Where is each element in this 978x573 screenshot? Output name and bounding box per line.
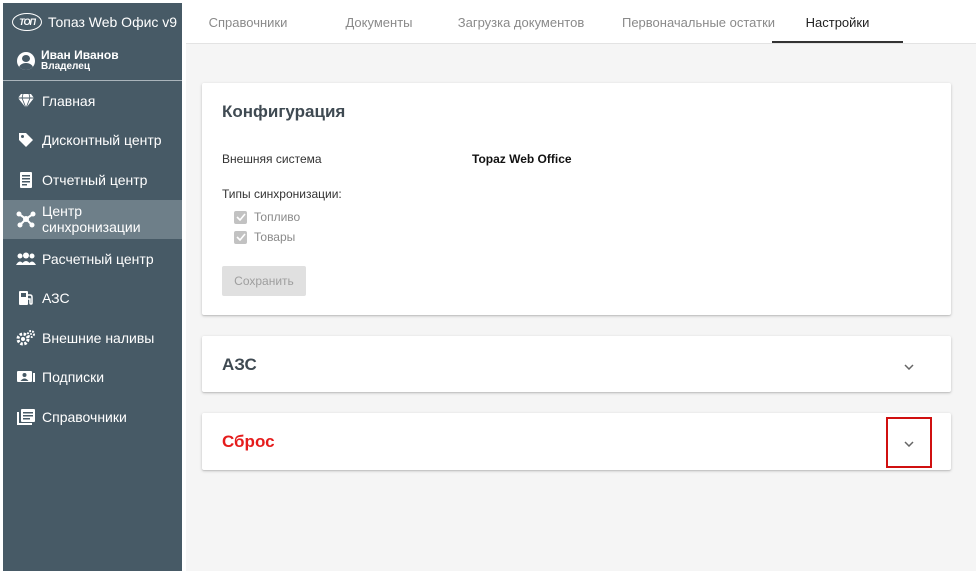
user-name: Иван Иванов: [41, 47, 119, 62]
tab-documents[interactable]: Документы: [331, 3, 427, 43]
gas-station-icon: [16, 289, 36, 307]
sidebar-item-label: Подписки: [42, 369, 105, 386]
user-profile[interactable]: Иван Иванов Владелец: [3, 41, 182, 81]
book-icon: [16, 408, 36, 426]
highlight-box: [886, 417, 932, 468]
top-tabs: Справочники Документы Загрузка документо…: [186, 3, 976, 44]
topaz-logo-icon: ТОП: [12, 13, 42, 31]
sidebar-item-subscriptions[interactable]: Подписки: [3, 358, 182, 398]
sidebar-item-main[interactable]: Главная: [3, 81, 182, 121]
cogs-icon: [16, 329, 36, 347]
user-role: Владелец: [41, 60, 90, 72]
app-title: Топаз Web Офис v9: [48, 14, 178, 30]
sidebar-item-directories[interactable]: Справочники: [3, 397, 182, 437]
report-icon: [16, 171, 36, 189]
chevron-down-icon[interactable]: [901, 359, 917, 375]
subscription-icon: [16, 368, 36, 386]
sidebar-item-label: Внешние наливы: [42, 329, 155, 346]
tab-document-upload[interactable]: Загрузка документов: [456, 3, 586, 43]
sidebar-item-external-fills[interactable]: Внешние наливы: [3, 318, 182, 358]
sync-type-goods[interactable]: Товары: [234, 230, 295, 244]
tag-icon: [16, 131, 36, 149]
checkbox-checked-icon[interactable]: [234, 210, 247, 224]
tab-settings[interactable]: Настройки: [772, 3, 903, 43]
app-brand[interactable]: ТОП Топаз Web Офис v9: [3, 3, 182, 41]
network-icon: [16, 210, 36, 228]
reset-panel-title: Сброс: [222, 432, 275, 451]
users-icon: [16, 250, 36, 268]
sync-type-goods-label: Товары: [254, 230, 296, 244]
tab-initial-balances[interactable]: Первоначальные остатки: [611, 3, 786, 43]
save-button[interactable]: Сохранить: [222, 266, 306, 296]
reset-panel[interactable]: Сброс: [202, 413, 951, 470]
configuration-title: Конфигурация: [222, 102, 346, 121]
sidebar-item-label: Главная: [42, 92, 96, 109]
sidebar-item-billing[interactable]: Расчетный центр: [3, 239, 182, 279]
sidebar-item-azs[interactable]: АЗС: [3, 279, 182, 319]
sidebar-item-label: Дисконтный центр: [42, 132, 162, 149]
tab-directories[interactable]: Справочники: [192, 3, 304, 43]
checkbox-checked-icon[interactable]: [234, 230, 247, 244]
sync-types-label: Типы синхронизации:: [222, 187, 342, 201]
configuration-card: Конфигурация Внешняя система Topaz Web O…: [202, 83, 951, 315]
external-system-value: Topaz Web Office: [472, 152, 572, 166]
sync-type-fuel[interactable]: Топливо: [234, 210, 300, 224]
sidebar-item-reports[interactable]: Отчетный центр: [3, 160, 182, 200]
sidebar-item-label: Отчетный центр: [42, 171, 148, 188]
sync-type-fuel-label: Топливо: [254, 210, 301, 224]
sidebar-item-label: Центр синхронизации: [42, 203, 141, 236]
azs-panel-title: АЗС: [222, 355, 257, 374]
user-avatar-icon: [17, 51, 35, 70]
sidebar-item-label: Справочники: [42, 408, 127, 425]
azs-panel[interactable]: АЗС: [202, 336, 951, 392]
sidebar: ТОП Топаз Web Офис v9 Иван Иванов Владел…: [3, 3, 182, 571]
sidebar-item-discount[interactable]: Дисконтный центр: [3, 121, 182, 161]
sidebar-item-sync[interactable]: Центр синхронизации: [3, 199, 182, 239]
diamond-icon: [16, 92, 36, 110]
sidebar-nav: Главная Дисконтный центр Отчетный центр …: [3, 81, 182, 437]
sidebar-item-label: АЗС: [42, 290, 70, 307]
settings-content: Конфигурация Внешняя система Topaz Web O…: [186, 44, 976, 571]
sidebar-item-label: Расчетный центр: [42, 250, 154, 267]
external-system-label: Внешняя система: [222, 152, 322, 166]
